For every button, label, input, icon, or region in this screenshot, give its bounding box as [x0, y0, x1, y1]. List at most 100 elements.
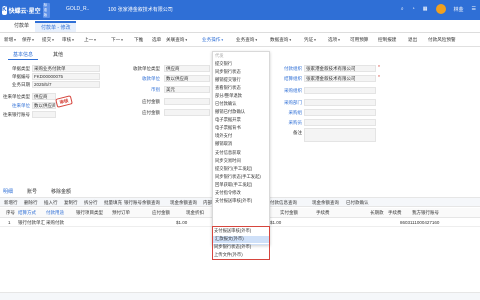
contact-type-field[interactable]: 供应商 [32, 93, 56, 100]
apps-icon[interactable]: ▦ [423, 6, 428, 12]
row-account[interactable]: 8603111000427160 [400, 220, 439, 225]
field-label: 收款单位类型 [133, 66, 160, 71]
avatar[interactable] [435, 4, 446, 14]
menu-item[interactable]: 支付信息获取 [215, 150, 241, 156]
tab-remove-amount[interactable]: 移除金额 [51, 188, 71, 195]
payable-amount-field-2[interactable] [164, 109, 210, 116]
currency-field[interactable]: 美元 [164, 86, 210, 93]
menu-item[interactable]: 已付款确认 [215, 101, 236, 107]
menu-item[interactable]: 回单获取(手工发起) [215, 182, 252, 188]
col-header: 结算方式 [18, 210, 36, 215]
field-label: 备注 [293, 130, 302, 135]
bill-type-field[interactable]: 采购业务付款单 [32, 65, 100, 72]
header-subtabs: 基本信息 其他 [8, 50, 68, 60]
menu-icon[interactable]: ☰ [472, 6, 476, 12]
row-payable[interactable]: $1.00 [176, 220, 187, 225]
menu-item[interactable]: 撤销取消 [215, 141, 232, 147]
split-row-button[interactable]: 拆分行 [84, 200, 98, 206]
bank-balance-button[interactable]: 银行账号余额查询 [124, 200, 160, 206]
voucher-button[interactable]: 凭证 [304, 37, 316, 43]
cash-balance-button[interactable]: 现金余额查询 [170, 200, 197, 206]
audit-button[interactable]: 审核 [62, 37, 74, 43]
payee-type-field[interactable]: 供应商 [164, 65, 210, 72]
menu-item[interactable]: 同步银行状态(手工发起) [215, 174, 261, 180]
batch-fill-button[interactable]: 批量填充 [104, 200, 122, 206]
submit-button[interactable]: 提交 [42, 37, 54, 43]
menu-item[interactable]: 支付指令修改 [215, 190, 241, 196]
remark-field[interactable] [304, 128, 376, 142]
field-label: 单据编号 [12, 74, 30, 79]
field-label: 往来单位 [12, 103, 30, 108]
exit-button[interactable]: 退出 [408, 37, 417, 43]
payee-field[interactable]: 数以供应商 [164, 75, 210, 82]
field-label: 采购组织 [284, 88, 302, 93]
purchase-org-field[interactable] [304, 87, 376, 94]
payable-amount-field[interactable] [164, 98, 210, 105]
contact-unit-field[interactable]: 数以供应商 [32, 102, 56, 109]
next-button[interactable]: 下一 [111, 37, 123, 43]
field-label: 应付金额 [142, 110, 160, 115]
menu-item[interactable]: 查看银行状态 [215, 85, 241, 91]
field-label: 采购部门 [284, 100, 302, 105]
row-paid[interactable]: $1.00 [270, 220, 281, 225]
push-down-button[interactable]: 下推 [134, 37, 143, 43]
control-button[interactable]: 控制报建 [378, 37, 396, 43]
business-query-button[interactable]: 业务查询 [236, 37, 257, 43]
settle-org-field[interactable]: 张家港金叙技术有限公司 [304, 75, 376, 82]
col-header: 手续费 [316, 210, 330, 215]
top-bar: K 快蝶云·星空 标准版 GOLD_R.. 100 张家港金叙技术有限公司 ⌕ … [0, 0, 480, 20]
related-query-button[interactable]: 关联查询 [166, 37, 187, 43]
menu-item[interactable]: 电子票据背书 [215, 125, 241, 131]
menu-item[interactable]: 支付报送审核(外币) [215, 198, 252, 204]
tab-other[interactable]: 其他 [48, 50, 68, 60]
copy-row-button[interactable]: 复制行 [64, 200, 78, 206]
menu-item[interactable]: 境外支付 [215, 133, 232, 139]
purchaser-field[interactable] [304, 119, 376, 126]
field-label: 往来单位类型 [3, 94, 30, 99]
budget-button[interactable]: 可用预算 [350, 37, 368, 43]
tab-payment-edit[interactable]: 付款单 - 修改 [35, 21, 77, 32]
menu-item[interactable]: 同步银行状态 [215, 69, 241, 75]
tab-basic-info[interactable]: 基本信息 [8, 50, 39, 60]
add-row-button[interactable]: 新增行 [4, 200, 18, 206]
menu-item[interactable]: 部分/整单退款 [215, 93, 242, 99]
options-button[interactable]: 选项 [328, 37, 340, 43]
tab-account[interactable]: 账号 [27, 188, 37, 195]
purchase-dept-field[interactable] [304, 99, 376, 106]
business-ops-button[interactable]: 业务操作 [202, 37, 223, 43]
tab-payment-list[interactable]: 付款单 [8, 21, 35, 32]
menu-item[interactable]: 代发 [215, 53, 224, 59]
col-header: 手续费 [388, 210, 402, 215]
cash-balance-button-2[interactable]: 现金余额查询 [312, 200, 339, 206]
select-bill-button[interactable]: 选单 [152, 37, 161, 43]
payment-info-button[interactable]: 付款信息查询 [270, 200, 297, 206]
menu-item[interactable]: 提交银行 [215, 61, 232, 67]
purchase-group-field[interactable] [304, 109, 376, 116]
prev-button[interactable]: 上一 [84, 37, 96, 43]
field-label: 付款组织 [284, 66, 302, 71]
bill-no-field[interactable]: FKD00000075 [32, 73, 100, 80]
data-query-button[interactable]: 数据查询 [270, 37, 291, 43]
save-button[interactable]: 保存 [22, 37, 34, 43]
date-field[interactable]: 2025/5/7 [32, 81, 100, 88]
row-purpose[interactable]: 采购付款 [46, 220, 64, 226]
menu-item[interactable]: 撤销已付款确认 [215, 109, 245, 115]
org-selector[interactable]: 100 张家港金叙技术有限公司 [108, 6, 173, 13]
new-button[interactable]: 新增 [4, 37, 16, 43]
user-name[interactable]: 林金 [454, 6, 464, 13]
menu-item[interactable]: 同步交易时间 [215, 158, 241, 164]
pay-org-field[interactable]: 张家港金叙技术有限公司 [304, 65, 376, 72]
bell-icon[interactable]: ◔ [412, 6, 415, 12]
paid-confirm-button[interactable]: 已付款确认 [346, 200, 369, 206]
account-selector[interactable]: GOLD_R.. [66, 6, 89, 12]
contact-bank-field[interactable] [32, 111, 56, 118]
risk-warning-button[interactable]: 付款风险预警 [428, 37, 456, 43]
menu-item[interactable]: 电子票据开票 [215, 117, 241, 123]
menu-item[interactable]: 撤销提交银行 [215, 77, 241, 83]
delete-row-button[interactable]: 删除行 [24, 200, 38, 206]
tab-detail[interactable]: 明细 [3, 188, 13, 195]
row-method[interactable]: 银行付款单汇 [18, 220, 45, 226]
insert-row-button[interactable]: 插入行 [44, 200, 58, 206]
menu-item[interactable]: 提交银行(手工发起) [215, 166, 252, 172]
search-icon[interactable]: ⌕ [401, 6, 404, 12]
